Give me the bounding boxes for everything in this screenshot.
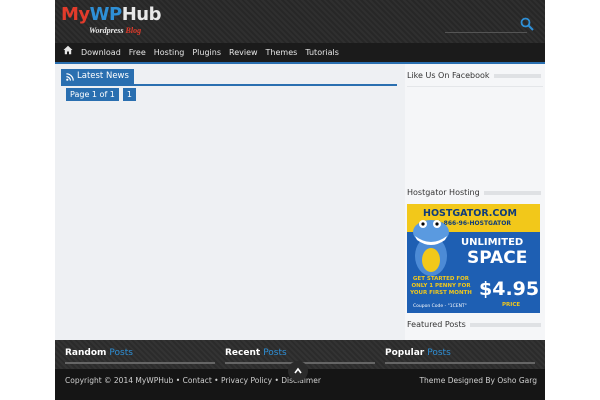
footer-title-main: Recent bbox=[225, 348, 261, 358]
back-to-top-button[interactable] bbox=[288, 361, 308, 381]
nav-item-free[interactable]: Free bbox=[125, 43, 150, 62]
rss-icon bbox=[66, 72, 74, 81]
pager-page-1[interactable]: 1 bbox=[122, 88, 136, 101]
nav-item-download[interactable]: Download bbox=[77, 43, 125, 62]
logo-tagline-b: Blog bbox=[125, 26, 142, 35]
page-wrapper: MyWPHub Wordpress Blog Download Free Hos… bbox=[55, 0, 545, 400]
hosting-widget-title: Hostgator Hosting bbox=[407, 188, 541, 197]
nav-home[interactable] bbox=[59, 43, 77, 62]
logo-part-hub: Hub bbox=[121, 4, 162, 25]
logo-tagline-a: Wordpress bbox=[89, 26, 126, 35]
search-input[interactable] bbox=[445, 32, 527, 33]
footer-widget-title: Random Posts bbox=[65, 348, 215, 358]
banner-price-label: PRICE bbox=[502, 302, 521, 308]
site-logo[interactable]: MyWPHub Wordpress Blog bbox=[61, 5, 161, 39]
gator-mascot-icon bbox=[413, 220, 449, 276]
nav-item-tutorials[interactable]: Tutorials bbox=[301, 43, 343, 62]
title-divider bbox=[483, 190, 541, 195]
home-icon bbox=[63, 45, 73, 55]
sidebar: Like Us On Facebook Hostgator Hosting HO… bbox=[405, 64, 545, 340]
logo-part-wp: WP bbox=[89, 4, 123, 25]
banner-price: $4.95 bbox=[479, 278, 540, 300]
search-icon[interactable] bbox=[520, 17, 534, 31]
footer-widget-divider bbox=[65, 362, 215, 364]
banner-space: SPACE bbox=[467, 248, 528, 268]
tab-latest-news-label: Latest News bbox=[77, 71, 129, 81]
tab-divider bbox=[61, 84, 397, 86]
footer-widget-title: Recent Posts bbox=[225, 348, 375, 358]
footer-widget-divider bbox=[385, 362, 535, 364]
site-footer: Copyright © 2014 MyWPHub • Contact • Pri… bbox=[55, 361, 545, 400]
banner-cta: GET STARTED FOR ONLY 1 PENNY FOR YOUR FI… bbox=[410, 276, 472, 296]
footer-title-main: Popular bbox=[385, 348, 425, 358]
tab-latest-news[interactable]: Latest News bbox=[61, 69, 134, 84]
nav-item-review[interactable]: Review bbox=[225, 43, 262, 62]
copyright-links[interactable]: Copyright © 2014 MyWPHub • Contact • Pri… bbox=[65, 376, 321, 385]
facebook-widget-label: Like Us On Facebook bbox=[407, 71, 490, 80]
hosting-widget-label: Hostgator Hosting bbox=[407, 188, 480, 197]
footer-title-accent: Posts bbox=[109, 348, 133, 358]
footer-widget-random: Random Posts bbox=[65, 348, 215, 364]
nav-item-hosting[interactable]: Hosting bbox=[150, 43, 189, 62]
facebook-like-box[interactable] bbox=[407, 86, 543, 182]
logo-part-my: My bbox=[61, 4, 90, 25]
hostgator-banner[interactable]: HOSTGATOR.COM 1-866-96-HOSTGATOR UNLIMIT… bbox=[407, 204, 540, 313]
facebook-widget-title: Like Us On Facebook bbox=[407, 71, 541, 80]
nav-item-plugins[interactable]: Plugins bbox=[188, 43, 225, 62]
logo-title: MyWPHub bbox=[61, 5, 161, 25]
banner-coupon: Coupon Code - "1CENT" bbox=[413, 304, 467, 309]
main-content: Latest News Page 1 of 1 1 bbox=[55, 64, 405, 340]
logo-tagline: Wordpress Blog bbox=[89, 26, 141, 35]
footer-widget-popular: Popular Posts bbox=[385, 348, 535, 364]
footer-title-main: Random bbox=[65, 348, 107, 358]
chevron-up-icon bbox=[294, 367, 302, 374]
pager-label: Page 1 of 1 bbox=[66, 88, 119, 101]
title-divider bbox=[493, 73, 541, 78]
title-divider bbox=[469, 322, 541, 327]
footer-title-accent: Posts bbox=[263, 348, 287, 358]
theme-credit: Theme Designed By Osho Garg bbox=[419, 376, 537, 385]
featured-widget-title: Featured Posts bbox=[407, 320, 541, 329]
site-header: MyWPHub Wordpress Blog bbox=[55, 0, 545, 43]
footer-widget-title: Popular Posts bbox=[385, 348, 535, 358]
nav-item-themes[interactable]: Themes bbox=[262, 43, 302, 62]
main-navigation: Download Free Hosting Plugins Review The… bbox=[55, 43, 545, 64]
banner-unlimited: UNLIMITED bbox=[461, 237, 524, 248]
footer-title-accent: Posts bbox=[427, 348, 451, 358]
pagination: Page 1 of 1 1 bbox=[66, 88, 136, 101]
featured-widget-label: Featured Posts bbox=[407, 320, 466, 329]
